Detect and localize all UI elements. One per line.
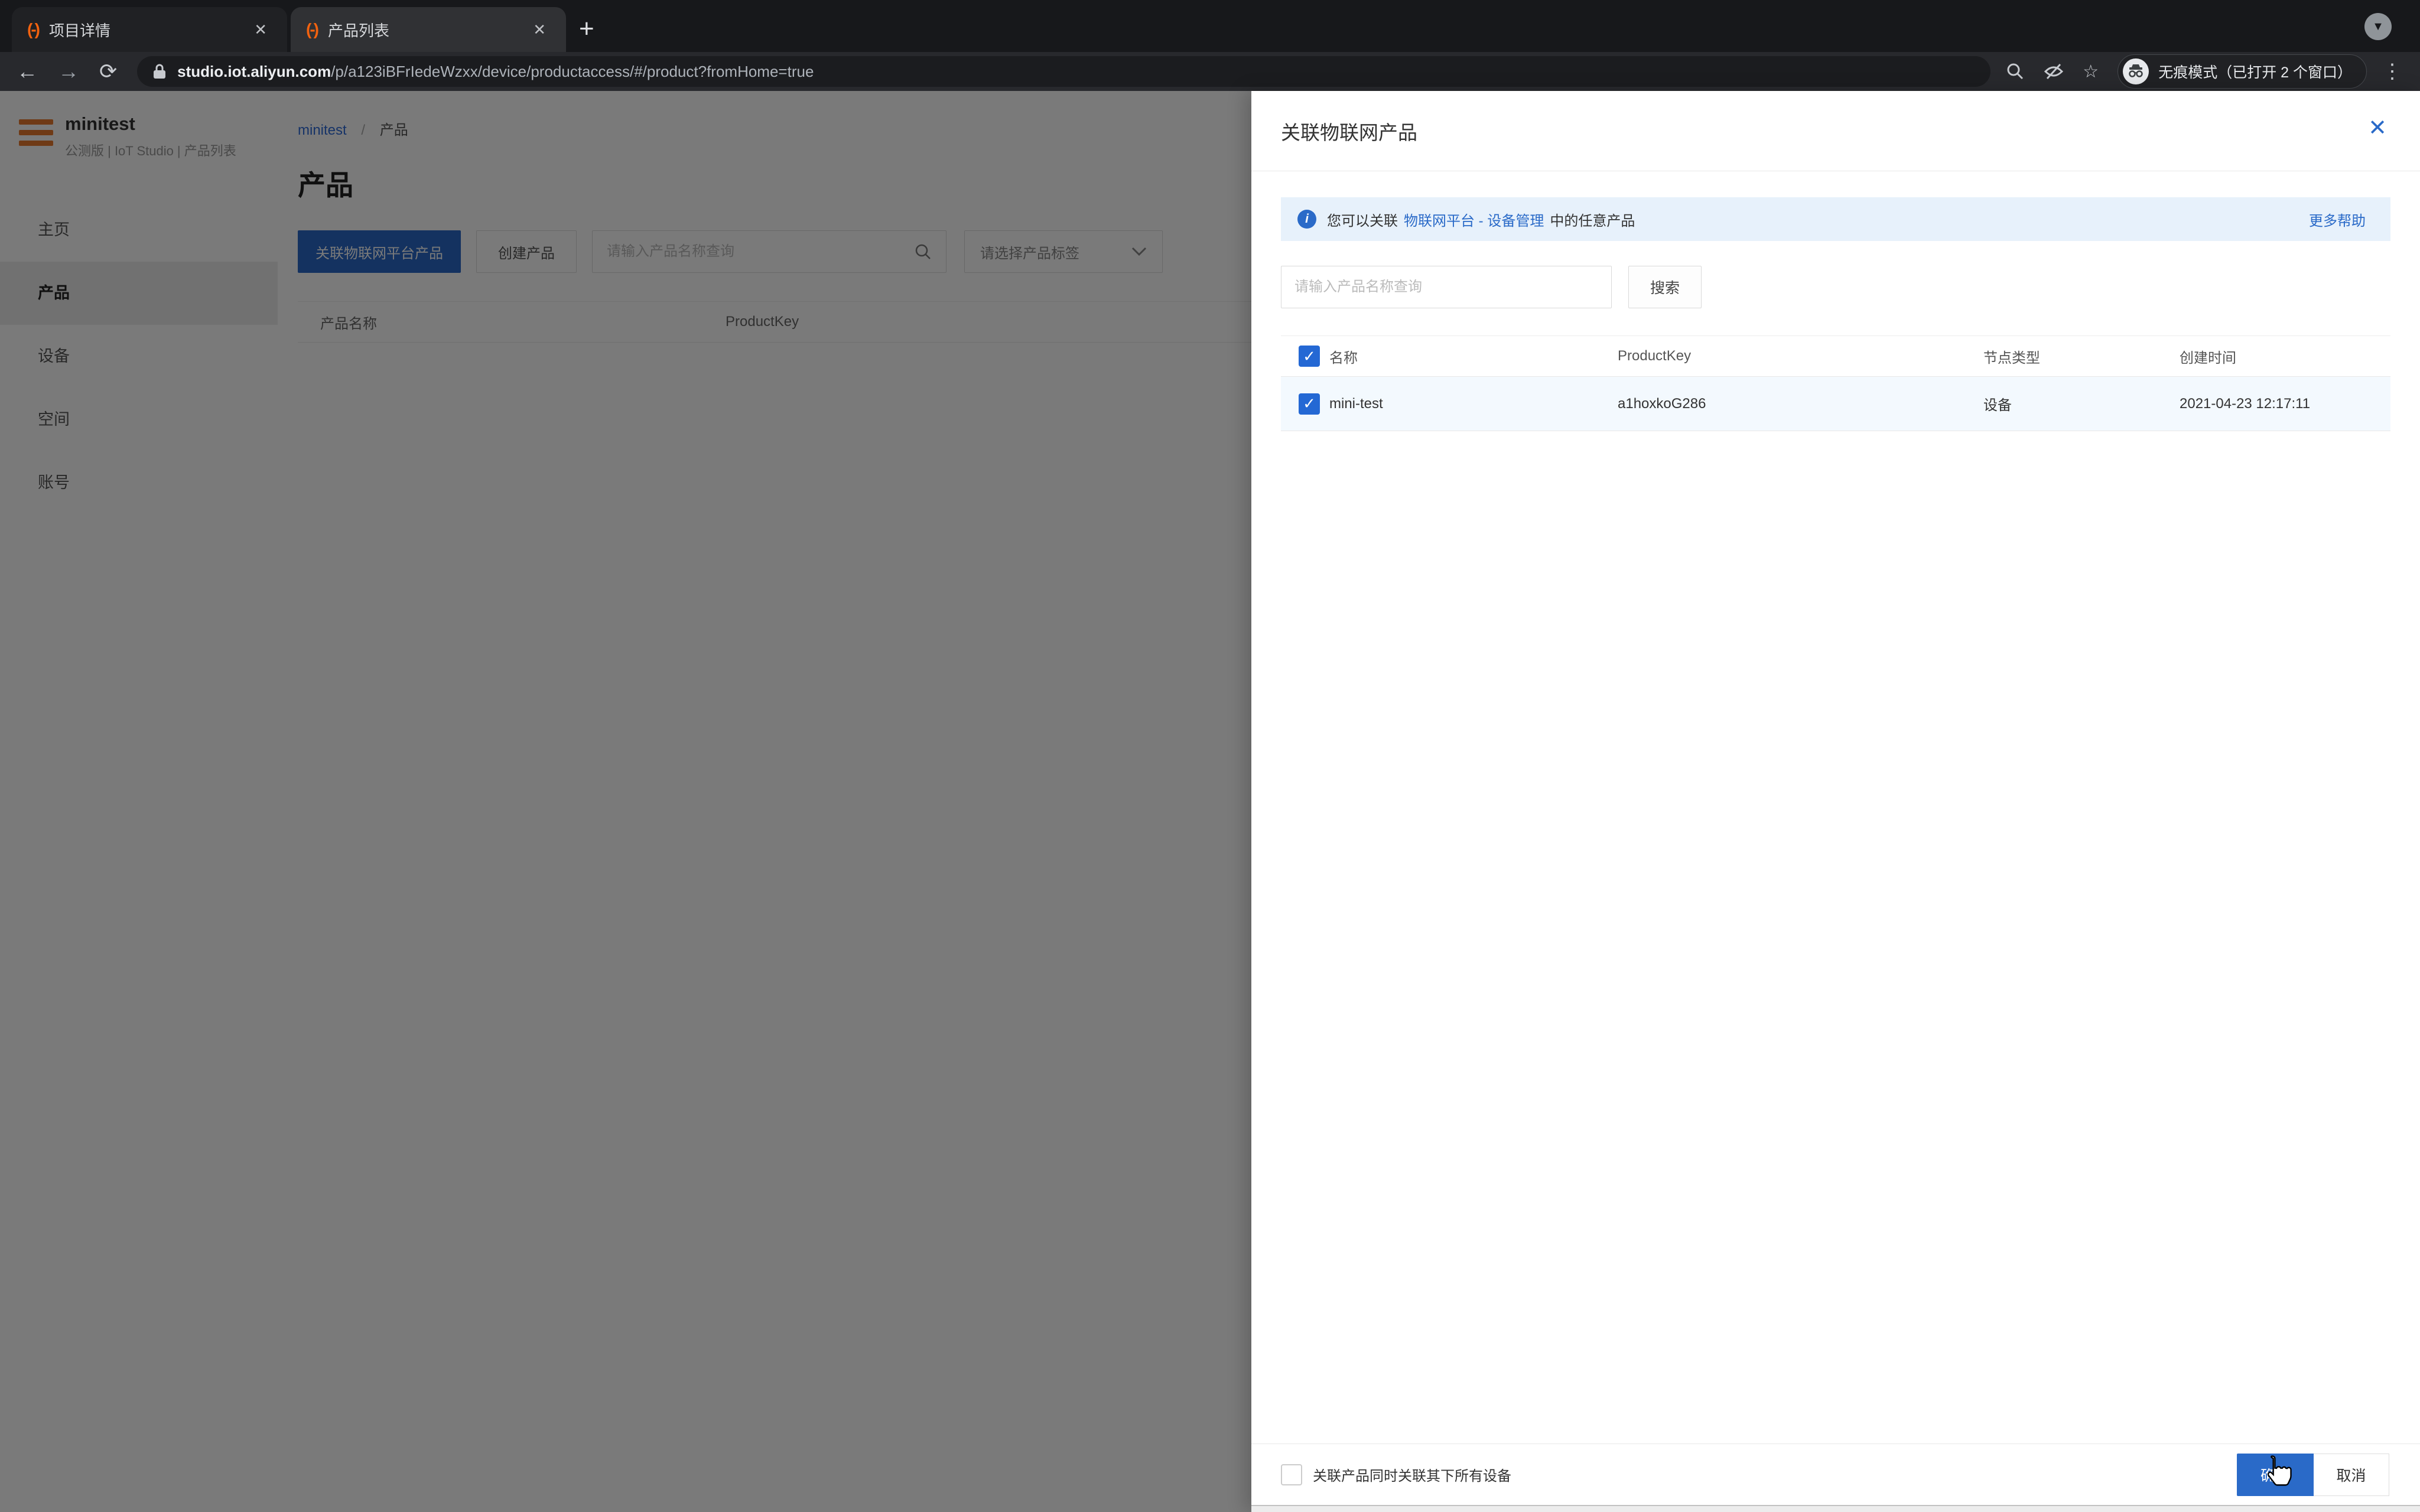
device-management-link[interactable]: 物联网平台 - 设备管理 — [1404, 209, 1544, 230]
banner-text-prefix: 您可以关联 — [1327, 213, 1398, 229]
address-bar[interactable]: studio.iot.aliyun.com/p/a123iBFrIedeWzxx… — [137, 56, 1991, 87]
incognito-icon — [2123, 58, 2149, 84]
table-row[interactable]: ✓ mini-test a1hoxkoG286 设备 2021-04-23 12… — [1281, 377, 2390, 431]
drawer-search-button[interactable]: 搜索 — [1628, 266, 1702, 308]
eye-off-icon[interactable] — [2044, 62, 2064, 81]
browser-tab-strip: (-) 项目详情 ✕ (-) 产品列表 ✕ + ▼ — [0, 0, 2420, 52]
cell-name: mini-test — [1329, 395, 1383, 412]
drawer-header: 关联物联网产品 — [1251, 91, 2420, 171]
browser-toolbar: ← → ⟳ studio.iot.aliyun.com/p/a123iBFrIe… — [0, 52, 2420, 91]
cell-node-type: 设备 — [1983, 397, 2012, 413]
tab-label: 项目详情 — [48, 21, 110, 40]
info-banner: i 您可以关联 物联网平台 - 设备管理 中的任意产品 更多帮助 — [1281, 197, 2390, 241]
cancel-button[interactable]: 取消 — [2314, 1453, 2389, 1496]
drawer-body: i 您可以关联 物联网平台 - 设备管理 中的任意产品 更多帮助 搜索 ✓ 名称… — [1251, 171, 2420, 431]
iot-studio-favicon-icon: (-) — [306, 20, 319, 38]
drawer-table-header: ✓ 名称 ProductKey 节点类型 创建时间 — [1281, 335, 2390, 377]
new-tab-button[interactable]: + — [579, 14, 594, 44]
tab-close-icon[interactable]: ✕ — [528, 18, 551, 41]
url-path: /p/a123iBFrIedeWzxx/device/productaccess… — [331, 62, 814, 80]
more-help-link[interactable]: 更多帮助 — [2309, 209, 2374, 230]
col-node-type: 节点类型 — [1983, 350, 2040, 366]
tab-project-detail[interactable]: (-) 项目详情 ✕ — [12, 7, 287, 52]
info-icon: i — [1297, 210, 1316, 229]
banner-text-suffix: 中的任意产品 — [1550, 213, 1635, 229]
horizontal-scrollbar[interactable] — [1251, 1505, 2420, 1512]
drawer-search-row: 搜索 — [1281, 266, 2390, 308]
lock-icon — [154, 64, 166, 79]
zoom-icon[interactable] — [2006, 62, 2025, 81]
incognito-label: 无痕模式（已打开 2 个窗口） — [2158, 64, 2352, 81]
reload-button[interactable]: ⟳ — [99, 59, 117, 84]
back-button[interactable]: ← — [17, 59, 38, 84]
drawer-close-icon[interactable]: ✕ — [2368, 115, 2387, 141]
col-name: 名称 — [1329, 350, 1358, 366]
screen: (-) 项目详情 ✕ (-) 产品列表 ✕ + ▼ ← → ⟳ studio.i… — [0, 0, 2420, 1512]
drawer-footer: 关联产品同时关联其下所有设备 确定 取消 — [1251, 1443, 2420, 1505]
drawer-title: 关联物联网产品 — [1281, 121, 1417, 144]
col-productkey: ProductKey — [1618, 348, 1692, 364]
tab-close-icon[interactable]: ✕ — [249, 18, 272, 41]
row-checkbox[interactable]: ✓ — [1299, 393, 1320, 415]
mouse-cursor — [2267, 1455, 2292, 1486]
associate-all-devices-label: 关联产品同时关联其下所有设备 — [1313, 1468, 1511, 1484]
browser-menu-icon[interactable]: ⋮ — [2382, 60, 2403, 83]
iot-studio-favicon-icon: (-) — [27, 20, 40, 38]
incognito-badge[interactable]: 无痕模式（已打开 2 个窗口） — [2118, 54, 2367, 89]
url-text: studio.iot.aliyun.com/p/a123iBFrIedeWzxx… — [177, 63, 814, 81]
tab-product-list[interactable]: (-) 产品列表 ✕ — [291, 7, 566, 52]
col-created-time: 创建时间 — [2180, 350, 2236, 366]
select-all-checkbox[interactable]: ✓ — [1299, 346, 1320, 367]
tab-search-button[interactable]: ▼ — [2364, 13, 2392, 40]
url-domain: studio.iot.aliyun.com — [177, 62, 331, 80]
cell-created-time: 2021-04-23 12:17:11 — [2180, 395, 2311, 412]
bookmark-star-icon[interactable]: ☆ — [2083, 61, 2099, 82]
cell-productkey: a1hoxkoG286 — [1618, 395, 1706, 412]
tab-label: 产品列表 — [327, 21, 389, 40]
forward-button[interactable]: → — [58, 59, 79, 84]
associate-products-drawer: 关联物联网产品 ✕ i 您可以关联 物联网平台 - 设备管理 中的任意产品 更多… — [1251, 91, 2420, 1512]
associate-all-devices-checkbox[interactable] — [1281, 1464, 1302, 1485]
drawer-table: ✓ 名称 ProductKey 节点类型 创建时间 ✓ mini-test a1… — [1281, 335, 2390, 431]
drawer-search-input[interactable] — [1281, 266, 1612, 308]
